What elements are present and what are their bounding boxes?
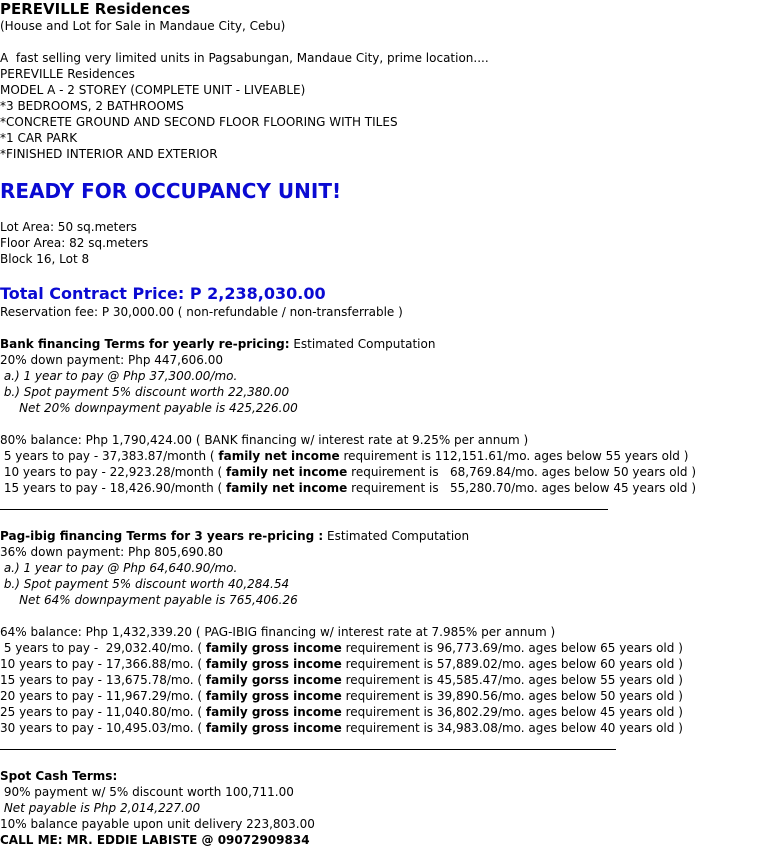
term-text: 5 years to pay - 37,383.87/month ( <box>0 449 219 463</box>
term-text: requirement is 112,151.61/mo. ages below… <box>339 449 689 463</box>
section-divider <box>0 749 616 750</box>
bank-net-down: Net 20% downpayment payable is 425,226.0… <box>0 401 298 415</box>
term-text: 10 years to pay - 22,923.28/month ( <box>0 465 227 479</box>
term-text: requirement is 34,983.08/mo. ages below … <box>341 721 683 735</box>
feature-line: *3 BEDROOMS, 2 BATHROOMS <box>0 99 184 113</box>
term-text: 20 years to pay - 11,967.29/mo. ( <box>0 689 206 703</box>
intro-line: A fast selling very limited units in Pag… <box>0 51 489 65</box>
pagibig-term-row: 20 years to pay - 11,967.29/mo. ( family… <box>0 688 683 704</box>
term-income-label: family net income <box>218 449 340 463</box>
bank-heading: Bank financing Terms for yearly re-prici… <box>0 336 435 352</box>
term-text: 10 years to pay - 17,366.88/mo. ( <box>0 657 206 671</box>
term-text: 15 years to pay - 13,675.78/mo. ( <box>0 673 206 687</box>
cash-heading: Spot Cash Terms: <box>0 769 118 783</box>
pagibig-term-row: 30 years to pay - 10,495.03/mo. ( family… <box>0 720 683 736</box>
term-text: requirement is 57,889.02/mo. ages below … <box>341 657 683 671</box>
cash-line: 90% payment w/ 5% discount worth 100,711… <box>0 785 294 799</box>
pagibig-down-payment: 36% down payment: Php 805,690.80 <box>0 545 223 559</box>
contact-line: CALL ME: MR. EDDIE LABISTE @ 09072909834 <box>0 833 310 847</box>
term-income-label: family net income <box>226 481 348 495</box>
bank-term-row: 10 years to pay - 22,923.28/month ( fami… <box>0 464 696 480</box>
bank-heading-bold: Bank financing Terms for yearly re-prici… <box>0 337 290 351</box>
term-text: 5 years to pay - 29,032.40/mo. ( <box>0 641 206 655</box>
feature-line: *CONCRETE GROUND AND SECOND FLOOR FLOORI… <box>0 115 398 129</box>
pagibig-net-down: Net 64% downpayment payable is 765,406.2… <box>0 593 298 607</box>
term-text: requirement is 96,773.69/mo. ages below … <box>341 641 683 655</box>
pagibig-term-row: 15 years to pay - 13,675.78/mo. ( family… <box>0 672 683 688</box>
pagibig-option-b: b.) Spot payment 5% discount worth 40,28… <box>0 577 290 591</box>
page-subtitle: (House and Lot for Sale in Mandaue City,… <box>0 19 286 33</box>
pagibig-term-row: 10 years to pay - 17,366.88/mo. ( family… <box>0 656 683 672</box>
pagibig-heading: Pag-ibig financing Terms for 3 years re-… <box>0 528 469 544</box>
term-text: 15 years to pay - 18,426.90/month ( <box>0 481 227 495</box>
pagibig-heading-rest: Estimated Computation <box>323 529 470 543</box>
page-title: PEREVILLE Residences <box>0 0 191 18</box>
section-divider <box>0 509 608 510</box>
feature-line: *1 CAR PARK <box>0 131 78 145</box>
term-income-label: family gross income <box>205 657 342 671</box>
bank-term-row: 5 years to pay - 37,383.87/month ( famil… <box>0 448 689 464</box>
term-text: requirement is 36,802.29/mo. ages below … <box>341 705 683 719</box>
lot-area: Lot Area: 50 sq.meters <box>0 220 137 234</box>
block-lot: Block 16, Lot 8 <box>0 252 90 266</box>
bank-option-a: a.) 1 year to pay @ Php 37,300.00/mo. <box>0 369 238 383</box>
ready-banner: READY FOR OCCUPANCY UNIT! <box>0 179 342 203</box>
term-income-label: family net income <box>226 465 348 479</box>
term-income-label: family gross income <box>205 641 342 655</box>
term-text: 30 years to pay - 10,495.03/mo. ( <box>0 721 206 735</box>
pagibig-term-row: 5 years to pay - 29,032.40/mo. ( family … <box>0 640 683 656</box>
term-income-label: family gross income <box>205 689 342 703</box>
pagibig-option-a: a.) 1 year to pay @ Php 64,640.90/mo. <box>0 561 238 575</box>
term-income-label: family gross income <box>205 721 342 735</box>
pagibig-heading-bold: Pag-ibig financing Terms for 3 years re-… <box>0 529 324 543</box>
cash-balance: 10% balance payable upon unit delivery 2… <box>0 817 315 831</box>
bank-balance: 80% balance: Php 1,790,424.00 ( BANK fin… <box>0 433 529 447</box>
term-income-label: family gorss income <box>205 673 342 687</box>
pagibig-balance: 64% balance: Php 1,432,339.20 ( PAG-IBIG… <box>0 625 556 639</box>
feature-line: *FINISHED INTERIOR AND EXTERIOR <box>0 147 218 161</box>
floor-area: Floor Area: 82 sq.meters <box>0 236 149 250</box>
total-contract-price: Total Contract Price: P 2,238,030.00 <box>0 284 326 303</box>
pagibig-term-row: 25 years to pay - 11,040.80/mo. ( family… <box>0 704 683 720</box>
term-text: 25 years to pay - 11,040.80/mo. ( <box>0 705 206 719</box>
term-text: requirement is 45,585.47/mo. ages below … <box>341 673 683 687</box>
term-text: requirement is 68,769.84/mo. ages below … <box>347 465 697 479</box>
term-text: requirement is 55,280.70/mo. ages below … <box>347 481 697 495</box>
reservation-fee: Reservation fee: P 30,000.00 ( non-refun… <box>0 305 403 319</box>
bank-term-row: 15 years to pay - 18,426.90/month ( fami… <box>0 480 696 496</box>
bank-down-payment: 20% down payment: Php 447,606.00 <box>0 353 223 367</box>
cash-net-payable: Net payable is Php 2,014,227.00 <box>0 801 201 815</box>
bank-heading-rest: Estimated Computation <box>289 337 436 351</box>
term-text: requirement is 39,890.56/mo. ages below … <box>341 689 683 703</box>
term-income-label: family gross income <box>205 705 342 719</box>
intro-line: MODEL A - 2 STOREY (COMPLETE UNIT - LIVE… <box>0 83 306 97</box>
bank-option-b: b.) Spot payment 5% discount worth 22,38… <box>0 385 290 399</box>
intro-line: PEREVILLE Residences <box>0 67 135 81</box>
